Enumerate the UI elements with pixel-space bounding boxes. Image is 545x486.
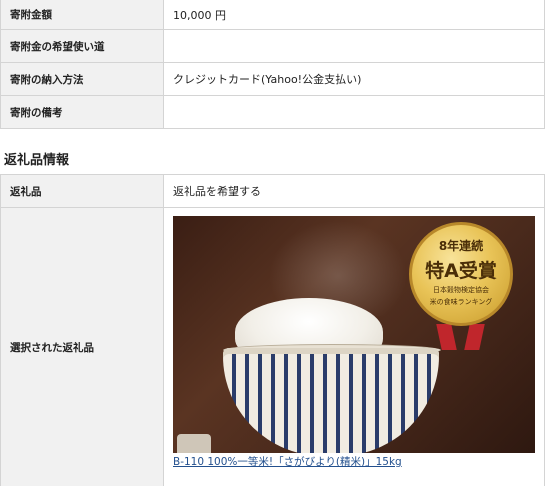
table-row: 選択された返礼品 8年連続 特A受賞 日本穀物検定協会 米の食味ランキング B-… <box>1 208 545 486</box>
section-title-gift-info: 返礼品情報 <box>0 129 545 174</box>
table-row: 返礼品 返礼品を希望する <box>1 175 545 208</box>
donation-info-table: 寄附金額 10,000 円 寄附金の希望使い道 寄附の納入方法 クレジットカード… <box>0 0 545 129</box>
label-usage: 寄附金の希望使い道 <box>1 30 164 63</box>
badge-line1: 8年連続 <box>412 237 510 254</box>
value-gift: 返礼品を希望する <box>164 175 545 208</box>
label-amount: 寄附金額 <box>1 0 164 30</box>
value-remarks <box>164 96 545 129</box>
badge-line3: 日本穀物検定協会 <box>412 286 510 295</box>
label-selected-gift: 選択された返礼品 <box>1 208 164 486</box>
gift-info-table: 返礼品 返礼品を希望する 選択された返礼品 8年連続 特A受賞 日本穀物検定協会… <box>0 174 545 486</box>
selected-gift-cell: 8年連続 特A受賞 日本穀物検定協会 米の食味ランキング B-110 100%一… <box>164 208 545 486</box>
tea-cup <box>177 434 211 453</box>
product-link[interactable]: B-110 100%一等米!「さがびより(精米)」15kg <box>173 454 535 469</box>
table-row: 寄附金額 10,000 円 <box>1 0 545 30</box>
label-payment-method: 寄附の納入方法 <box>1 63 164 96</box>
table-row: 寄附金の希望使い道 <box>1 30 545 63</box>
table-row: 寄附の備考 <box>1 96 545 129</box>
rice-bowl <box>223 348 439 453</box>
value-usage <box>164 30 545 63</box>
award-badge-icon: 8年連続 特A受賞 日本穀物検定協会 米の食味ランキング <box>409 222 513 326</box>
badge-line2: 特A受賞 <box>412 256 510 283</box>
award-ribbon-right <box>464 324 485 350</box>
badge-line4: 米の食味ランキング <box>412 298 510 307</box>
label-remarks: 寄附の備考 <box>1 96 164 129</box>
award-ribbon-left <box>436 324 457 350</box>
product-image[interactable]: 8年連続 特A受賞 日本穀物検定協会 米の食味ランキング <box>173 216 535 453</box>
label-gift: 返礼品 <box>1 175 164 208</box>
table-row: 寄附の納入方法 クレジットカード(Yahoo!公金支払い) <box>1 63 545 96</box>
value-payment-method: クレジットカード(Yahoo!公金支払い) <box>164 63 545 96</box>
value-amount: 10,000 円 <box>164 0 545 30</box>
